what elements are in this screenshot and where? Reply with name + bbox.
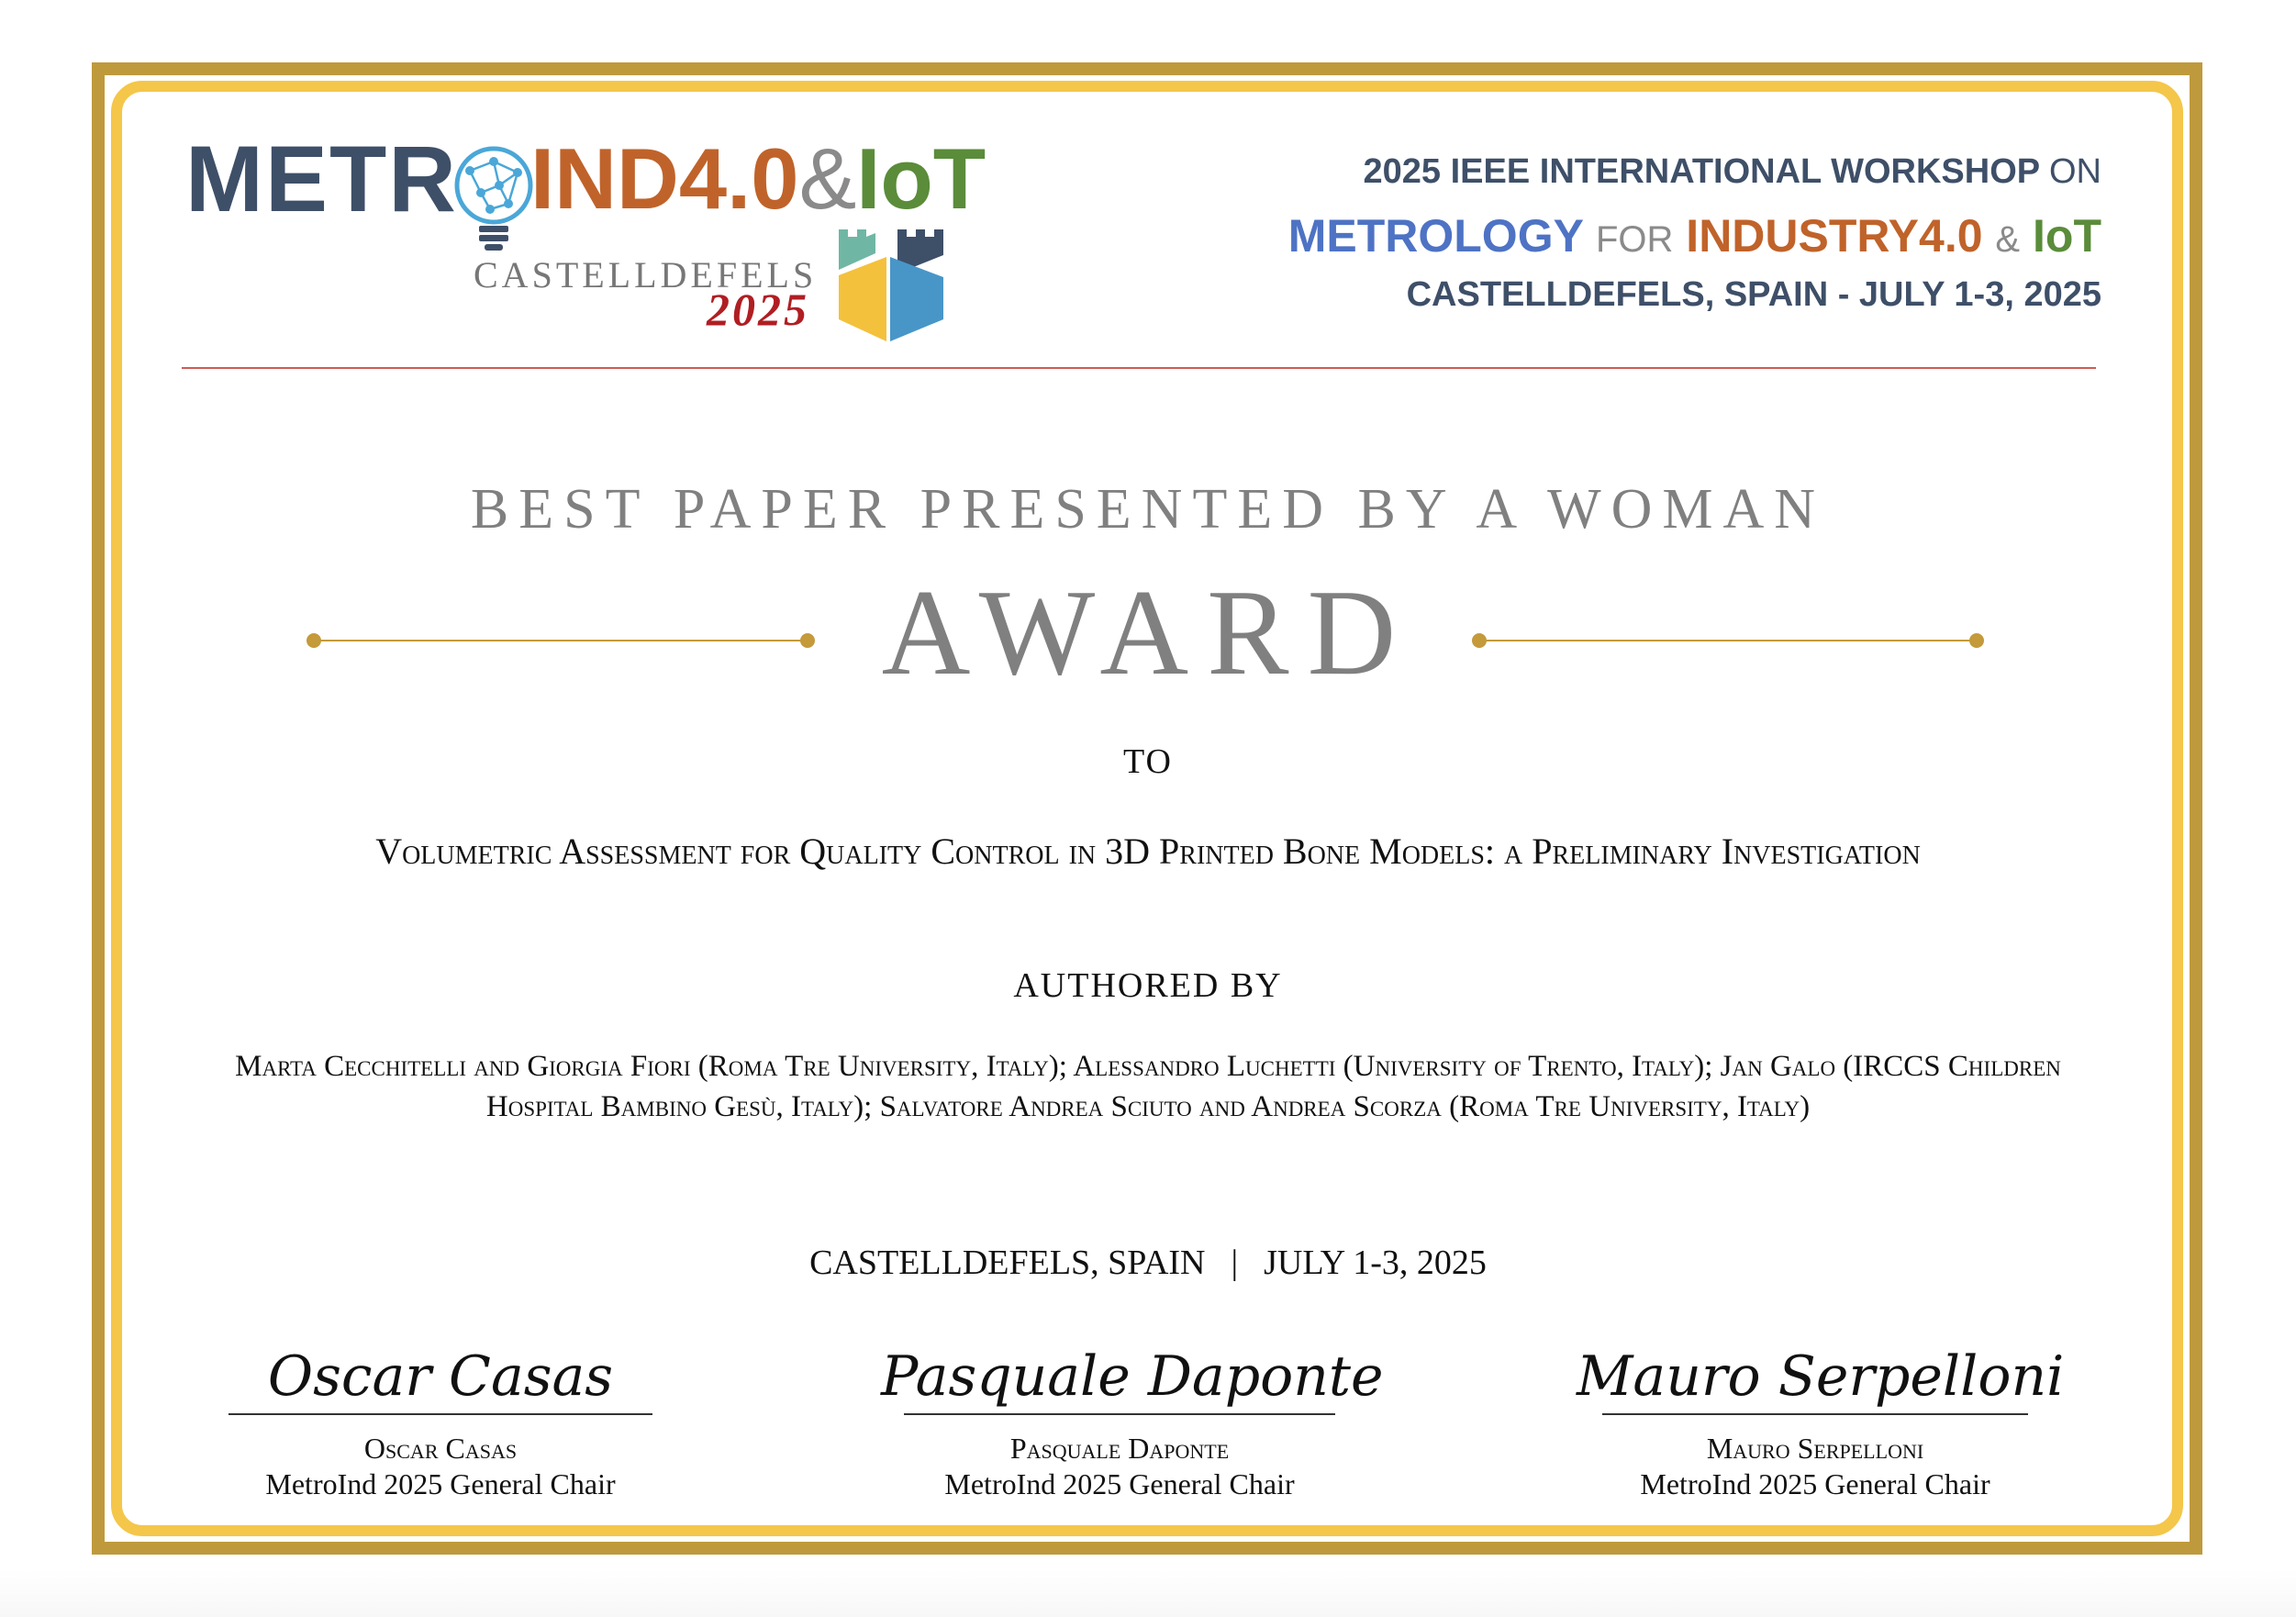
industry-word: INDUSTRY4.0 bbox=[1686, 210, 1983, 262]
signature-script: Mauro Serpelloni bbox=[1577, 1344, 2065, 1409]
page-shadow bbox=[0, 1569, 2296, 1617]
award-category: BEST PAPER PRESENTED BY A WOMAN bbox=[470, 478, 1826, 541]
signature-script: Oscar Casas bbox=[267, 1344, 614, 1409]
iot-word: IoT bbox=[2033, 210, 2101, 262]
signature-block-3: Mauro Serpelloni Mauro Serpelloni MetroI… bbox=[1577, 1340, 2065, 1501]
event-dates: JULY 1-3, 2025 bbox=[1264, 1243, 1487, 1282]
event-location: CASTELLDEFELS, SPAIN bbox=[809, 1243, 1206, 1282]
workshop-name: 2025 IEEE INTERNATIONAL WORKSHOP bbox=[1363, 152, 2040, 191]
signatory-name: Mauro Serpelloni bbox=[1706, 1432, 1924, 1465]
authors-list: Marta Cecchitelli and Giorgia Fiori (Rom… bbox=[235, 1050, 2061, 1123]
header-divider bbox=[182, 367, 2096, 369]
signature-line bbox=[228, 1413, 652, 1415]
paper-title: Volumetric Assessment for Quality Contro… bbox=[375, 831, 1921, 872]
lightbulb-network-icon bbox=[454, 146, 533, 251]
logo-iot: IoT bbox=[856, 130, 986, 227]
signature-line bbox=[1602, 1413, 2028, 1415]
workshop-on: ON bbox=[2049, 152, 2101, 191]
workshop-title-line2: METROLOGY FOR INDUSTRY4.0 & IoT bbox=[1288, 209, 2101, 262]
logo-ind-iot-text: IND4.0&IoT bbox=[530, 128, 986, 229]
signatory-role: MetroInd 2025 General Chair bbox=[1640, 1467, 1990, 1500]
ornament-right bbox=[1472, 632, 1984, 649]
signature-script: Pasquale Daponte bbox=[881, 1344, 1384, 1409]
signature-line bbox=[904, 1413, 1335, 1415]
separator: | bbox=[1231, 1243, 1239, 1282]
workshop-title-line1: 2025 IEEE INTERNATIONAL WORKSHOP ON bbox=[1364, 152, 2101, 192]
logo-year: 2025 bbox=[707, 284, 809, 335]
signatory-role: MetroInd 2025 General Chair bbox=[265, 1467, 616, 1500]
to-label: TO bbox=[1123, 742, 1173, 781]
amp-symbol: & bbox=[1995, 219, 2021, 260]
certificate-page: METR IND4.0&IoT CASTELLDEFELS 2025 2025 … bbox=[0, 0, 2296, 1617]
for-word: FOR bbox=[1595, 219, 1674, 260]
logo-metro-text: METR bbox=[185, 127, 458, 231]
signature-block-2: Pasquale Daponte Pasquale Daponte MetroI… bbox=[881, 1340, 1384, 1501]
signature-block-1: Oscar Casas Oscar Casas MetroInd 2025 Ge… bbox=[211, 1340, 670, 1501]
logo-amp: & bbox=[798, 130, 857, 227]
logo-ind: IND4.0 bbox=[530, 130, 799, 227]
event-place-date: CASTELLDEFELS, SPAIN | JULY 1-3, 2025 bbox=[0, 1243, 2296, 1283]
signatory-role: MetroInd 2025 General Chair bbox=[944, 1467, 1295, 1500]
metrology-word: METROLOGY bbox=[1287, 210, 1584, 262]
workshop-location-date: CASTELLDEFELS, SPAIN - JULY 1-3, 2025 bbox=[1406, 275, 2101, 314]
signatory-name: Oscar Casas bbox=[363, 1432, 518, 1465]
authored-by-label: AUTHORED BY bbox=[1013, 966, 1283, 1005]
signatory-name: Pasquale Daponte bbox=[1009, 1432, 1230, 1465]
castle-cube-icon bbox=[839, 229, 943, 341]
